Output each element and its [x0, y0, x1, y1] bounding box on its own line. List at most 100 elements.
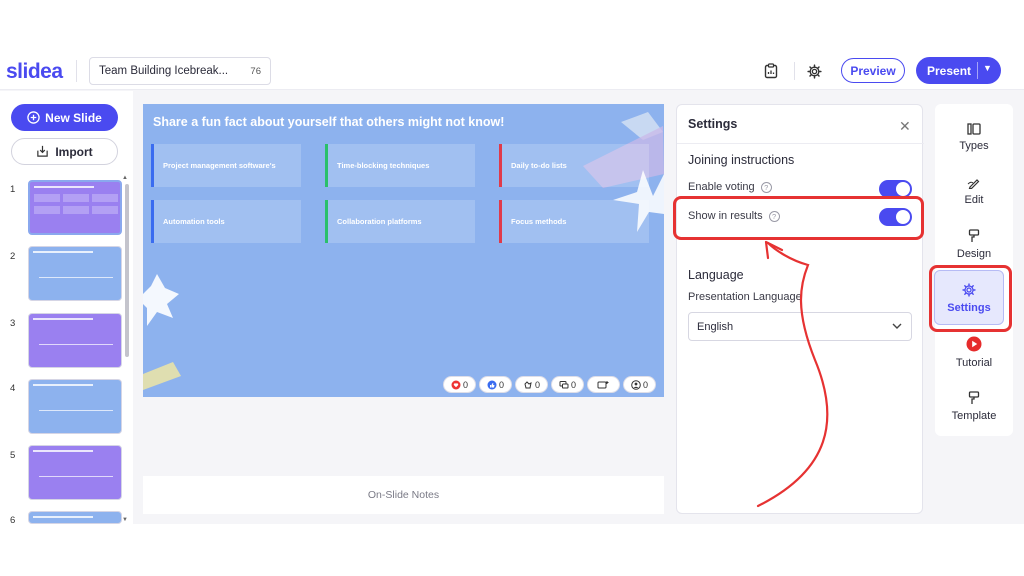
chevron-down-icon[interactable]: ▼ — [983, 63, 992, 73]
option-color-bar — [325, 144, 328, 187]
thumbs-up-icon — [487, 380, 497, 389]
reaction-count: 0 — [534, 379, 540, 390]
tutorial-button[interactable]: Tutorial — [935, 327, 1013, 377]
heart-icon — [451, 380, 461, 389]
help-icon[interactable]: ? — [760, 181, 772, 193]
design-label: Design — [956, 247, 992, 260]
annotation-highlight-settings — [929, 265, 1012, 332]
scroll-down-icon[interactable]: ▼ — [122, 517, 128, 523]
reaction-thumbs-up[interactable]: 0 — [479, 376, 512, 393]
template-icon — [968, 390, 980, 404]
option-color-bar — [151, 144, 154, 187]
settings-panel: Settings ✕ Joining instructions Enable v… — [676, 104, 924, 514]
scroll-up-icon[interactable]: ▲ — [122, 175, 128, 181]
option-box[interactable]: Focus methods — [499, 200, 649, 243]
preview-button[interactable]: Preview — [841, 58, 905, 83]
presentation-title: Team Building Icebreak... — [99, 65, 229, 77]
option-box[interactable]: Time-blocking techniques — [325, 144, 475, 187]
raise-hand-icon — [597, 380, 608, 388]
types-label: Types — [959, 139, 989, 152]
reaction-count: 0 — [498, 379, 504, 390]
slide-number: 4 — [10, 383, 16, 394]
people-icon — [631, 379, 641, 390]
reaction-heart[interactable]: 0 — [443, 376, 476, 393]
presentation-title-field[interactable]: Team Building Icebreak... 76 — [89, 57, 271, 85]
plus-circle-icon — [27, 111, 40, 124]
present-divider — [977, 62, 978, 79]
panel-divider — [677, 143, 924, 144]
edit-label: Edit — [964, 193, 984, 206]
annotation-highlight-show-in-results — [673, 196, 924, 240]
enable-voting-row: Enable voting ? — [688, 181, 772, 193]
slide-thumbnail[interactable] — [28, 313, 122, 368]
option-box[interactable]: Collaboration platforms — [325, 200, 475, 243]
edit-icon — [967, 178, 980, 189]
import-icon — [37, 145, 49, 157]
toolbar-divider — [794, 62, 795, 80]
new-slide-label: New Slide — [45, 110, 102, 125]
slide-number: 5 — [10, 450, 16, 461]
reaction-count: 0 — [462, 379, 468, 390]
close-icon[interactable]: ✕ — [899, 118, 911, 135]
language-heading: Language — [688, 268, 744, 282]
option-label: Automation tools — [163, 217, 225, 226]
design-button[interactable]: Design — [935, 219, 1013, 269]
chevron-down-icon — [892, 323, 902, 329]
slide-thumbnail[interactable] — [28, 379, 122, 434]
reaction-people[interactable]: 0 — [623, 376, 656, 393]
tutorial-label: Tutorial — [955, 356, 993, 369]
option-label: Daily to-do lists — [511, 161, 567, 170]
option-box[interactable]: Automation tools — [151, 200, 301, 243]
option-color-bar — [325, 200, 328, 243]
paint-roller-icon — [968, 228, 980, 242]
joining-instructions-heading: Joining instructions — [688, 153, 795, 167]
slide-number: 2 — [10, 251, 16, 262]
option-box[interactable]: Daily to-do lists — [499, 144, 649, 187]
reaction-clap[interactable]: 0 — [515, 376, 548, 393]
option-color-bar — [499, 144, 502, 187]
language-value: English — [697, 321, 734, 333]
types-button[interactable]: Types — [935, 112, 1013, 162]
present-button[interactable]: Present ▼ — [916, 57, 1001, 84]
on-slide-notes[interactable]: On-Slide Notes — [143, 476, 664, 514]
thumbnail-scrollbar[interactable] — [125, 184, 129, 357]
option-color-bar — [499, 200, 502, 243]
template-label: Template — [951, 409, 997, 422]
present-label: Present — [927, 64, 972, 78]
gear-icon[interactable] — [804, 61, 824, 81]
participant-count: 76 — [250, 66, 261, 77]
import-label: Import — [55, 144, 93, 159]
chat-icon — [559, 380, 569, 388]
reaction-count: 0 — [642, 379, 648, 390]
option-label: Collaboration platforms — [337, 217, 422, 226]
top-bar: slidea Team Building Icebreak... 76 Prev… — [0, 52, 1024, 90]
template-button[interactable]: Template — [935, 381, 1013, 431]
option-label: Time-blocking techniques — [337, 161, 430, 170]
app-logo[interactable]: slidea — [6, 60, 63, 84]
slide-thumbnail[interactable] — [28, 511, 122, 524]
slide-canvas[interactable]: Share a fun fact about yourself that oth… — [143, 104, 664, 397]
slide-number: 6 — [10, 515, 16, 526]
report-icon[interactable] — [761, 61, 781, 81]
slide-number: 3 — [10, 318, 16, 329]
reaction-chat[interactable]: 0 — [551, 376, 584, 393]
slide-thumbnail[interactable] — [28, 180, 122, 235]
enable-voting-label: Enable voting — [688, 181, 755, 193]
slide-thumbnail[interactable] — [28, 445, 122, 500]
edit-button[interactable]: Edit — [935, 166, 1013, 216]
slide-sidebar: New Slide Import 1 2 3 4 5 6 ▲ ▼ — [0, 91, 133, 526]
logo-divider — [76, 60, 77, 82]
option-color-bar — [151, 200, 154, 243]
reaction-raise-hand[interactable] — [587, 376, 620, 393]
clap-icon — [524, 380, 532, 388]
slide-title[interactable]: Share a fun fact about yourself that oth… — [153, 115, 504, 129]
option-box[interactable]: Project management software's — [151, 144, 301, 187]
new-slide-button[interactable]: New Slide — [11, 104, 118, 131]
option-label: Focus methods — [511, 217, 567, 226]
language-select[interactable]: English — [688, 312, 912, 341]
slide-number: 1 — [10, 184, 16, 195]
option-label: Project management software's — [163, 161, 276, 170]
slide-thumbnail[interactable] — [28, 246, 122, 301]
import-button[interactable]: Import — [11, 138, 118, 165]
types-icon — [967, 122, 981, 135]
